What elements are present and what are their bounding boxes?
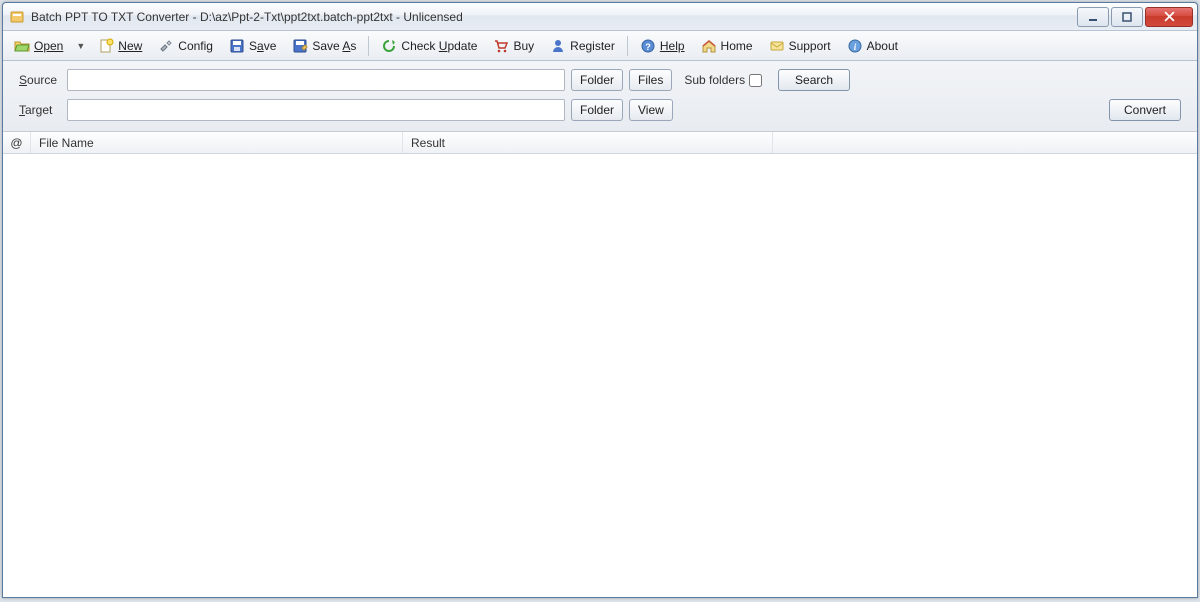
config-icon [158,38,174,54]
svg-text:?: ? [645,42,651,52]
target-label: Target [19,103,61,117]
titlebar: Batch PPT TO TXT Converter - D:\az\Ppt-2… [3,3,1197,31]
save-as-button[interactable]: Save As [285,34,363,58]
col-header-file[interactable]: File Name [31,132,403,153]
table-header: @ File Name Result [3,132,1197,154]
buy-button[interactable]: Buy [486,34,541,58]
support-button[interactable]: Support [762,34,838,58]
col-header-empty[interactable] [773,132,1197,153]
cart-icon [493,38,509,54]
new-file-icon [98,38,114,54]
sub-folders-checkbox[interactable] [749,74,762,87]
support-icon [769,38,785,54]
open-dropdown-arrow[interactable]: ▼ [72,38,89,54]
maximize-button[interactable] [1111,7,1143,27]
info-icon: i [847,38,863,54]
folder-open-icon [14,38,30,54]
register-label: Register [570,39,615,53]
target-view-button[interactable]: View [629,99,673,121]
about-button[interactable]: i About [840,34,905,58]
open-label: Open [34,39,63,53]
open-button[interactable]: Open [7,34,70,58]
register-button[interactable]: Register [543,34,622,58]
toolbar-separator [627,36,628,56]
close-button[interactable] [1145,7,1193,27]
help-button[interactable]: ? Help [633,34,692,58]
table-body[interactable] [3,154,1197,597]
save-icon [229,38,245,54]
save-label: Save [249,39,276,53]
config-button[interactable]: Config [151,34,220,58]
col-header-at[interactable]: @ [3,132,31,153]
save-as-icon [292,38,308,54]
home-label: Home [721,39,753,53]
search-button[interactable]: Search [778,69,850,91]
source-input[interactable] [67,69,565,91]
app-window: Batch PPT TO TXT Converter - D:\az\Ppt-2… [2,2,1198,598]
save-as-label: Save As [312,39,356,53]
source-row: Source Folder Files Sub folders Search [19,69,1181,91]
sub-folders-control: Sub folders [684,73,762,87]
col-header-result[interactable]: Result [403,132,773,153]
home-icon [701,38,717,54]
support-label: Support [789,39,831,53]
source-label: Source [19,73,61,87]
user-icon [550,38,566,54]
home-button[interactable]: Home [694,34,760,58]
source-folder-button[interactable]: Folder [571,69,623,91]
source-files-button[interactable]: Files [629,69,672,91]
target-folder-button[interactable]: Folder [571,99,623,121]
check-update-label: Check Update [401,39,477,53]
new-label: New [118,39,142,53]
target-input[interactable] [67,99,565,121]
toolbar-separator [368,36,369,56]
save-button[interactable]: Save [222,34,283,58]
buy-label: Buy [513,39,534,53]
config-label: Config [178,39,213,53]
sub-folders-label: Sub folders [684,73,745,87]
convert-button[interactable]: Convert [1109,99,1181,121]
window-title: Batch PPT TO TXT Converter - D:\az\Ppt-2… [31,10,1077,24]
window-controls [1077,7,1193,27]
check-update-button[interactable]: Check Update [374,34,484,58]
about-label: About [867,39,898,53]
new-button[interactable]: New [91,34,149,58]
help-icon: ? [640,38,656,54]
minimize-button[interactable] [1077,7,1109,27]
help-label: Help [660,39,685,53]
target-row: Target Folder View Convert [19,99,1181,121]
app-icon [9,9,25,25]
toolbar: Open ▼ New Config Save Save As [3,31,1197,61]
refresh-icon [381,38,397,54]
io-panel: Source Folder Files Sub folders Search T… [3,61,1197,132]
